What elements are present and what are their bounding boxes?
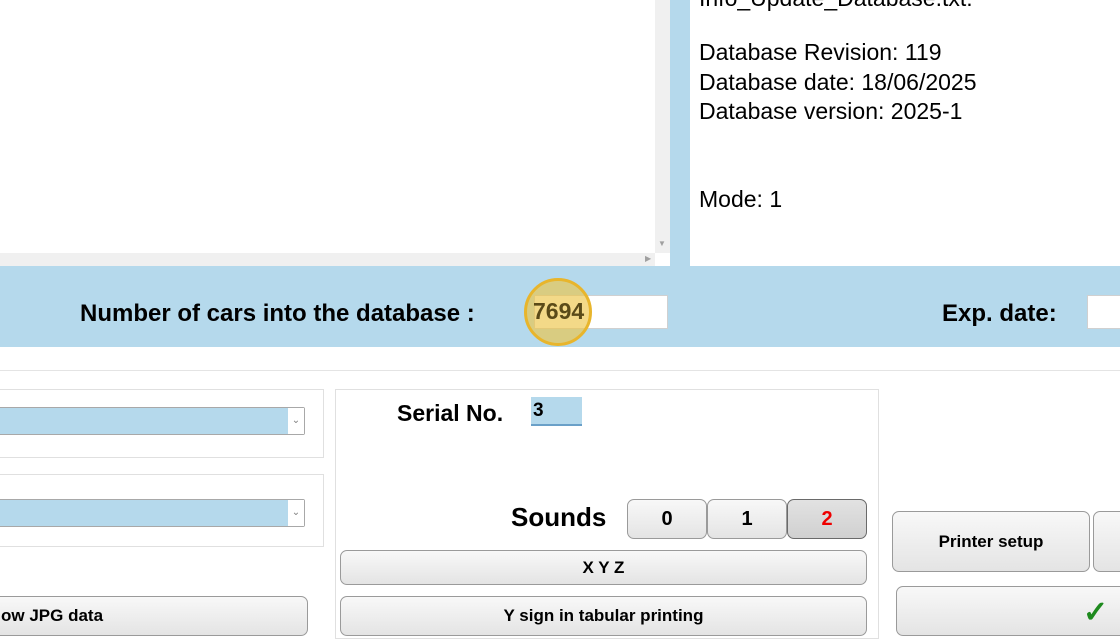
y-sign-tabular-printing-button[interactable]: Y sign in tabular printing — [340, 596, 867, 636]
chevron-down-icon[interactable]: ⌄ — [288, 500, 304, 526]
scroll-right-arrow-icon[interactable]: ▶ — [645, 255, 651, 263]
dropdown-2[interactable]: ⌄ — [0, 499, 305, 527]
database-version: Database version: 2025-1 — [699, 98, 963, 124]
sound-option-1[interactable]: 1 — [707, 499, 787, 539]
log-horizontal-scrollbar[interactable]: ▶ — [0, 253, 655, 266]
serial-number-input[interactable] — [531, 397, 582, 426]
database-revision: Database Revision: 119 — [699, 39, 942, 65]
printer-setup-button[interactable]: Printer setup — [892, 511, 1090, 572]
log-text-area[interactable] — [0, 0, 670, 266]
car-count-value: 7694 — [533, 298, 585, 324]
section-divider — [0, 370, 1120, 371]
show-jpg-data-button[interactable]: ow JPG data — [0, 596, 308, 636]
info-filename: Info_Update_Database.txt: — [699, 0, 973, 12]
exp-date-field — [1087, 295, 1120, 329]
exp-date-label: Exp. date: — [942, 300, 1057, 327]
xyz-button[interactable]: X Y Z — [340, 550, 867, 585]
database-date: Database date: 18/06/2025 — [699, 69, 977, 95]
serial-number-label: Serial No. — [397, 400, 504, 426]
sounds-label: Sounds — [511, 502, 607, 532]
scroll-down-arrow-icon[interactable]: ▼ — [658, 240, 666, 248]
log-vertical-scrollbar[interactable]: ▼ — [655, 0, 670, 253]
ok-button[interactable]: ✓ — [896, 586, 1120, 636]
left-group-1: ⌄ — [0, 389, 324, 458]
sound-option-2[interactable]: 2 — [787, 499, 867, 539]
car-count-label: Number of cars into the database : — [80, 300, 475, 327]
sound-option-0[interactable]: 0 — [627, 499, 707, 539]
database-info-panel: Info_Update_Database.txt: Database Revis… — [690, 0, 1120, 266]
mode-line: Mode: 1 — [699, 186, 783, 212]
left-group-2: ⌄ — [0, 474, 324, 547]
chevron-down-icon[interactable]: ⌄ — [288, 408, 304, 434]
dropdown-1[interactable]: ⌄ — [0, 407, 305, 435]
right-side-button[interactable] — [1093, 511, 1120, 572]
